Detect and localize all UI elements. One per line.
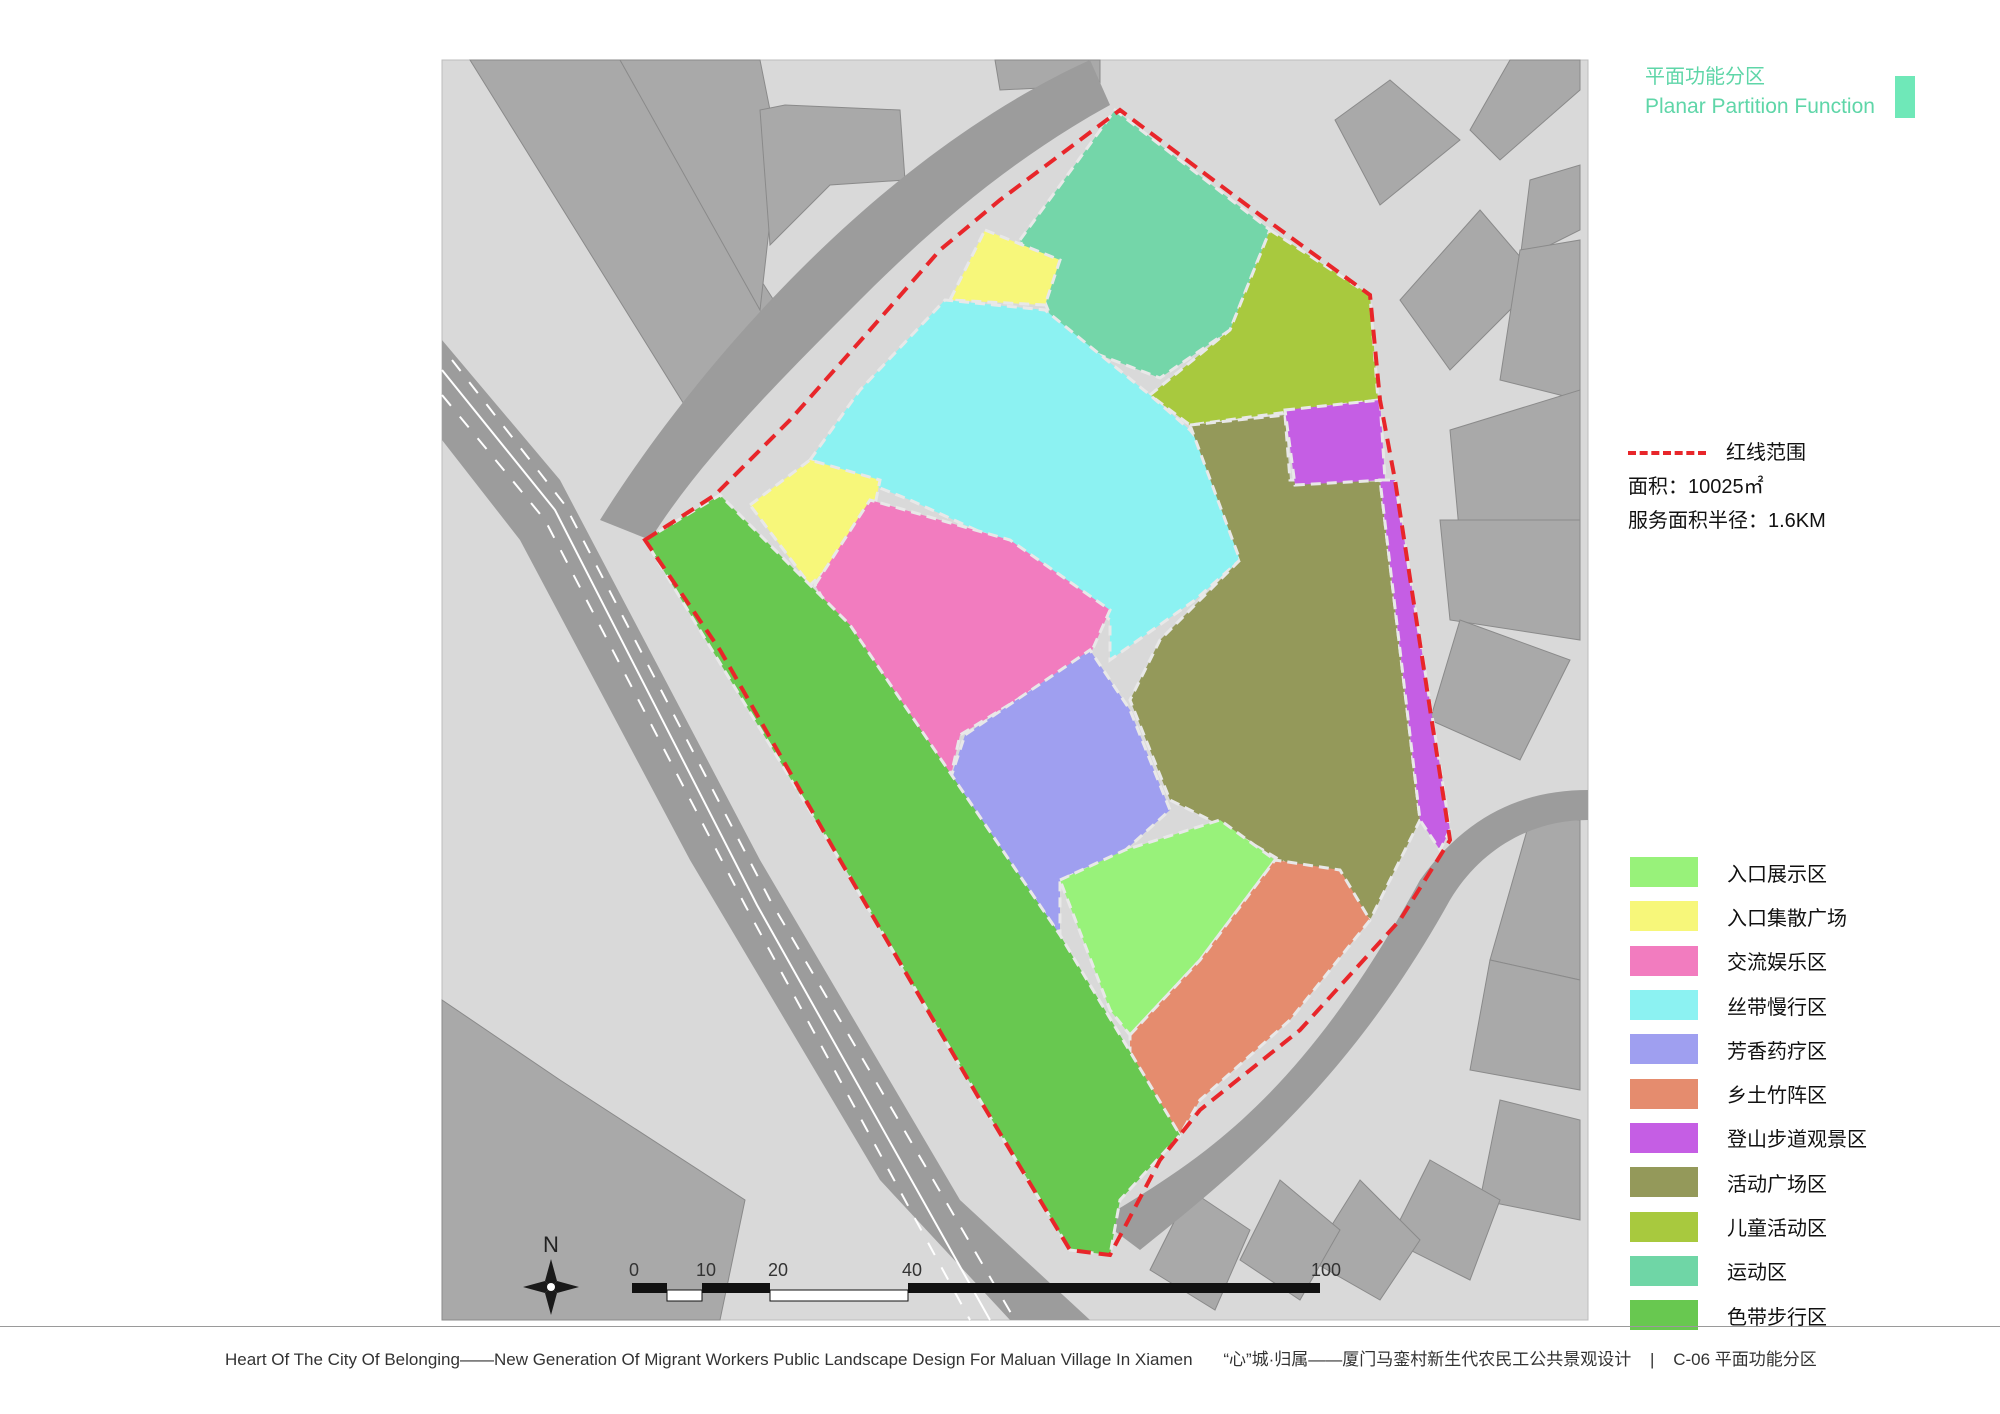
legend-swatch <box>1630 1211 1698 1242</box>
legend-label: 活动广场区 <box>1727 1173 1827 1196</box>
legend-item: 登山步道观景区 <box>1630 1116 1867 1160</box>
legend-item: 运动区 <box>1630 1249 1867 1293</box>
legend-item: 乡土竹阵区 <box>1630 1071 1867 1115</box>
title-en: Planar Partition Function <box>1645 95 1875 118</box>
legend-item: 交流娱乐区 <box>1630 939 1867 983</box>
legend-swatch <box>1630 1122 1698 1153</box>
legend-swatch <box>1630 857 1698 888</box>
radius-info: 服务面积半径：1.6KM <box>1628 510 1826 532</box>
legend-label: 入口展示区 <box>1727 863 1827 886</box>
legend-swatch <box>1630 1078 1698 1109</box>
legend-swatch <box>1630 990 1698 1021</box>
footer-separator: | <box>1650 1350 1655 1369</box>
scale-tick-20: 20 <box>768 1260 788 1280</box>
scale-tick-40: 40 <box>902 1260 922 1280</box>
footer-title-en: Heart Of The City Of Belonging——New Gene… <box>225 1350 1193 1369</box>
legend-item: 丝带慢行区 <box>1630 983 1867 1027</box>
title-block: 平面功能分区 Planar Partition Function <box>1645 62 1875 122</box>
legend-swatch <box>1630 1167 1698 1198</box>
legend-item: 儿童活动区 <box>1630 1204 1867 1248</box>
legend-swatch <box>1630 1034 1698 1065</box>
footer: Heart Of The City Of Belonging——New Gene… <box>225 1345 1817 1370</box>
legend-label: 交流娱乐区 <box>1727 952 1827 975</box>
zone-legend: 入口展示区 入口集散广场 交流娱乐区 丝带慢行区 芳香药疗区 乡土竹阵区 登山步… <box>1630 850 1867 1337</box>
legend-swatch <box>1630 901 1698 932</box>
legend-label: 入口集散广场 <box>1727 907 1847 930</box>
scale-tick-100: 100 <box>1311 1260 1341 1280</box>
legend-label: 登山步道观景区 <box>1727 1129 1867 1152</box>
legend-item: 入口集散广场 <box>1630 894 1867 938</box>
legend-item: 入口展示区 <box>1630 850 1867 894</box>
legend-swatch <box>1630 945 1698 976</box>
area-info: 面积：10025㎡ <box>1628 476 1764 498</box>
footer-divider <box>0 1326 2000 1327</box>
legend-label: 芳香药疗区 <box>1727 1040 1827 1063</box>
redline-dash-icon <box>1628 451 1706 455</box>
legend-label: 儿童活动区 <box>1727 1218 1827 1241</box>
legend-label: 运动区 <box>1727 1262 1787 1285</box>
legend-item: 活动广场区 <box>1630 1160 1867 1204</box>
legend-swatch <box>1630 1255 1698 1286</box>
title-cn: 平面功能分区 <box>1645 66 1765 88</box>
boundary-legend: 红线范围 面积：10025㎡ 服务面积半径：1.6KM <box>1628 436 1826 538</box>
redline-label: 红线范围 <box>1726 442 1806 464</box>
legend-item: 芳香药疗区 <box>1630 1027 1867 1071</box>
scale-tick-10: 10 <box>696 1260 716 1280</box>
redline-legend-row: 红线范围 <box>1628 436 1826 470</box>
scale-tick-0: 0 <box>629 1260 639 1280</box>
legend-label: 乡土竹阵区 <box>1727 1085 1827 1108</box>
footer-title-cn: “心”城·归属——厦门马銮村新生代农民工公共景观设计 <box>1223 1350 1632 1369</box>
zone-hillside-trail <box>1283 398 1387 487</box>
north-label: N <box>543 1232 559 1257</box>
title-accent-bar <box>1895 76 1915 118</box>
legend-item: 色带步行区 <box>1630 1293 1867 1337</box>
legend-label: 丝带慢行区 <box>1727 996 1827 1019</box>
footer-sheet: C-06 平面功能分区 <box>1673 1350 1817 1369</box>
